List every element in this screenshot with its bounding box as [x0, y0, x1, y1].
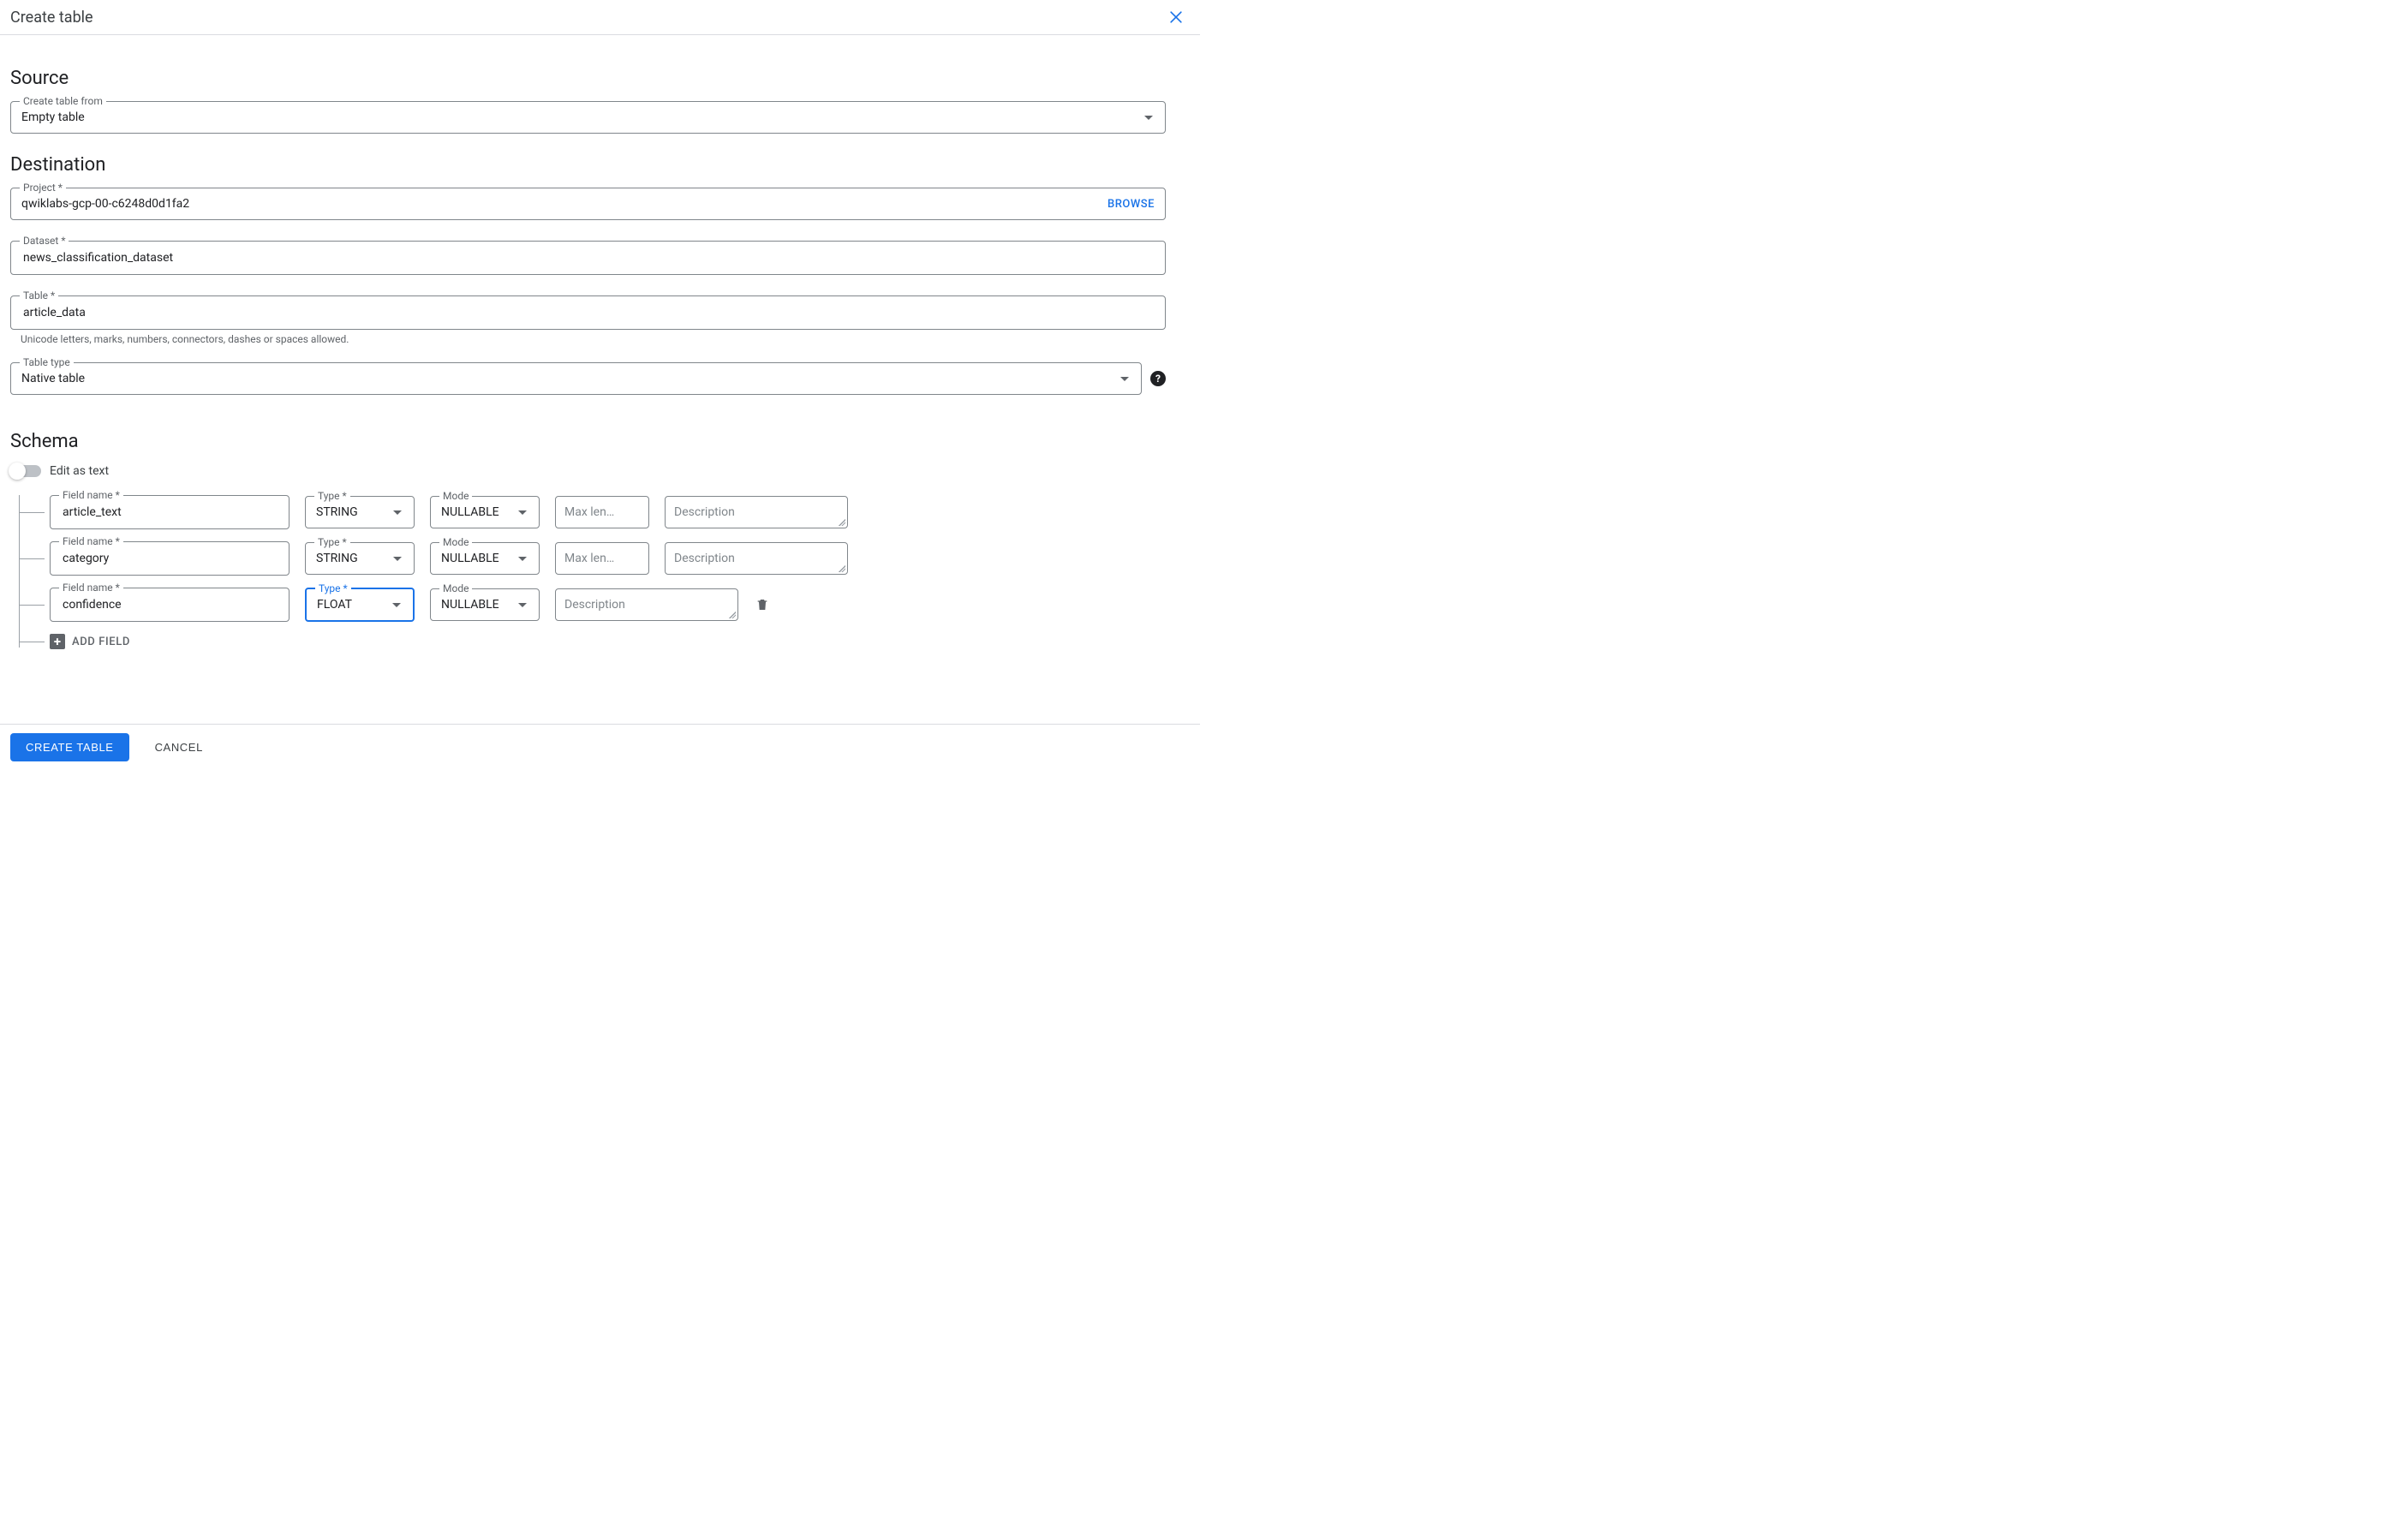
- field-mode-label: Mode: [439, 536, 472, 548]
- field-type-label: Type *: [314, 536, 350, 548]
- field-type-label: Type *: [315, 582, 351, 594]
- browse-button[interactable]: BROWSE: [1107, 198, 1155, 211]
- field-name-input-wrap[interactable]: Field name *: [50, 541, 290, 576]
- trash-icon: [755, 597, 769, 612]
- help-icon[interactable]: ?: [1150, 371, 1166, 386]
- description-input[interactable]: [665, 496, 848, 528]
- chevron-down-icon: [392, 603, 401, 607]
- panel-title: Create table: [10, 9, 93, 27]
- panel-content[interactable]: Source Create table from Empty table Des…: [0, 35, 1200, 703]
- description-input[interactable]: [555, 588, 738, 621]
- schema-row: Field name * Type *STRING ModeNULLABLE: [50, 495, 1166, 529]
- close-button[interactable]: [1166, 7, 1186, 27]
- field-type-select[interactable]: Type *STRING: [305, 542, 415, 575]
- cancel-button[interactable]: CANCEL: [150, 740, 208, 755]
- destination-heading: Destination: [10, 154, 1166, 176]
- create-table-from-value: Empty table: [21, 110, 1137, 124]
- delete-field-button[interactable]: [754, 596, 771, 613]
- field-name-input[interactable]: [61, 597, 278, 612]
- field-mode-value: NULLABLE: [441, 552, 511, 565]
- create-table-from-select[interactable]: Create table from Empty table: [10, 101, 1166, 134]
- field-mode-value: NULLABLE: [441, 505, 511, 519]
- chevron-down-icon: [518, 510, 527, 515]
- panel-header: Create table: [0, 0, 1200, 35]
- table-helper-text: Unicode letters, marks, numbers, connect…: [21, 333, 1166, 345]
- chevron-down-icon: [1120, 377, 1129, 381]
- schema-row: Field name * Type *FLOAT ModeNULLABLE: [50, 588, 1166, 622]
- field-mode-label: Mode: [439, 490, 472, 502]
- field-name-input-wrap[interactable]: Field name *: [50, 588, 290, 622]
- toggle-knob: [9, 463, 26, 480]
- chevron-down-icon: [518, 603, 527, 607]
- chevron-down-icon: [393, 557, 402, 561]
- project-label: Project *: [20, 182, 66, 194]
- max-length-input[interactable]: [555, 496, 649, 528]
- chevron-down-icon: [518, 557, 527, 561]
- edit-as-text-toggle[interactable]: [10, 465, 41, 477]
- project-value: qwiklabs-gcp-00-c6248d0d1fa2: [21, 197, 1101, 211]
- source-heading: Source: [10, 68, 1166, 89]
- description-input-wrap: [665, 542, 848, 575]
- field-type-select[interactable]: Type *FLOAT: [305, 588, 415, 622]
- field-type-value: STRING: [316, 552, 386, 565]
- field-type-select[interactable]: Type *STRING: [305, 496, 415, 528]
- field-name-label: Field name *: [59, 582, 123, 594]
- edit-as-text-label: Edit as text: [50, 464, 109, 478]
- panel-footer: CREATE TABLE CANCEL: [0, 724, 1200, 770]
- create-table-panel: Create table Source Create table from Em…: [0, 0, 1200, 770]
- description-input-wrap: [665, 496, 848, 528]
- table-type-label: Table type: [20, 356, 74, 368]
- field-mode-select[interactable]: ModeNULLABLE: [430, 496, 540, 528]
- chevron-down-icon: [1144, 116, 1153, 120]
- field-mode-value: NULLABLE: [441, 598, 511, 612]
- field-type-value: FLOAT: [317, 598, 385, 612]
- field-name-input[interactable]: [61, 504, 278, 520]
- description-input-wrap: [555, 588, 738, 621]
- dataset-input[interactable]: [21, 250, 1155, 266]
- project-field[interactable]: Project * qwiklabs-gcp-00-c6248d0d1fa2 B…: [10, 188, 1166, 220]
- field-mode-label: Mode: [439, 582, 472, 594]
- field-name-input-wrap[interactable]: Field name *: [50, 495, 290, 529]
- add-field-label: ADD FIELD: [72, 636, 130, 648]
- chevron-down-icon: [393, 510, 402, 515]
- field-name-label: Field name *: [59, 489, 123, 501]
- max-length-input-wrap: [555, 496, 649, 528]
- create-table-button[interactable]: CREATE TABLE: [10, 733, 129, 761]
- field-mode-select[interactable]: ModeNULLABLE: [430, 588, 540, 621]
- dataset-field[interactable]: Dataset *: [10, 241, 1166, 275]
- description-input[interactable]: [665, 542, 848, 575]
- tree-spine: [19, 495, 20, 648]
- schema-heading: Schema: [10, 431, 1166, 452]
- add-field-button[interactable]: + ADD FIELD: [50, 634, 1166, 649]
- edit-as-text-row: Edit as text: [10, 464, 1166, 478]
- close-icon: [1167, 9, 1185, 26]
- max-length-input[interactable]: [555, 542, 649, 575]
- schema-fields-tree: Field name *Type *STRINGModeNULLABLEFiel…: [10, 495, 1166, 649]
- plus-icon: +: [50, 634, 65, 649]
- dataset-label: Dataset *: [20, 235, 69, 247]
- table-type-select[interactable]: Table type Native table: [10, 362, 1142, 395]
- field-name-label: Field name *: [59, 535, 123, 547]
- field-mode-select[interactable]: ModeNULLABLE: [430, 542, 540, 575]
- field-type-value: STRING: [316, 505, 386, 519]
- max-length-input-wrap: [555, 542, 649, 575]
- table-input[interactable]: [21, 305, 1155, 320]
- schema-row: Field name * Type *STRING ModeNULLABLE: [50, 541, 1166, 576]
- table-type-value: Native table: [21, 372, 1113, 385]
- field-type-label: Type *: [314, 490, 350, 502]
- table-label: Table *: [20, 289, 58, 301]
- table-field[interactable]: Table *: [10, 295, 1166, 330]
- create-table-from-label: Create table from: [20, 95, 106, 107]
- field-name-input[interactable]: [61, 551, 278, 566]
